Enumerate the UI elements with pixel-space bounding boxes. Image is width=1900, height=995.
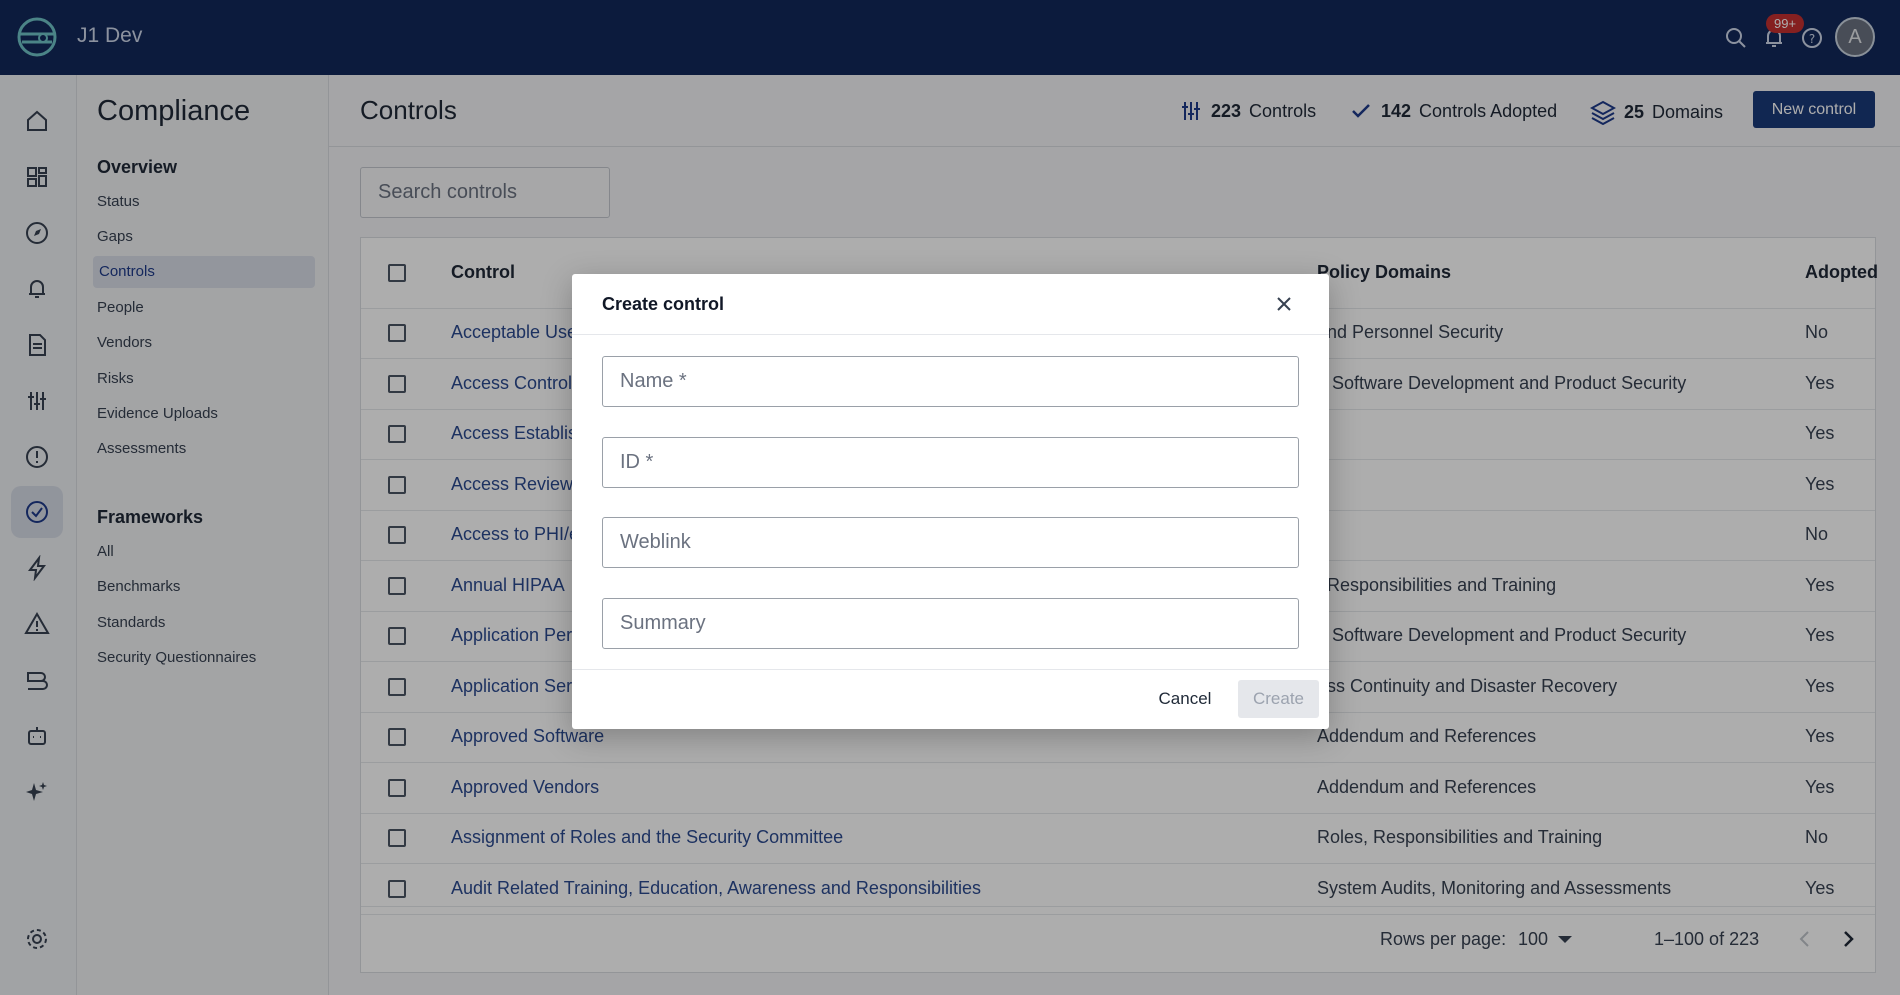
create-button[interactable]: Create <box>1238 680 1319 718</box>
name-field[interactable] <box>602 356 1299 407</box>
create-control-dialog: Create control Cancel Create <box>572 274 1329 729</box>
weblink-field[interactable] <box>602 517 1299 568</box>
dialog-title: Create control <box>602 294 725 314</box>
id-field[interactable] <box>602 437 1299 488</box>
close-icon[interactable] <box>1272 292 1296 316</box>
cancel-button[interactable]: Cancel <box>1145 680 1225 718</box>
summary-field[interactable] <box>602 598 1299 649</box>
dialog-footer: Cancel Create <box>572 669 1329 729</box>
dialog-header: Create control <box>572 274 1329 335</box>
